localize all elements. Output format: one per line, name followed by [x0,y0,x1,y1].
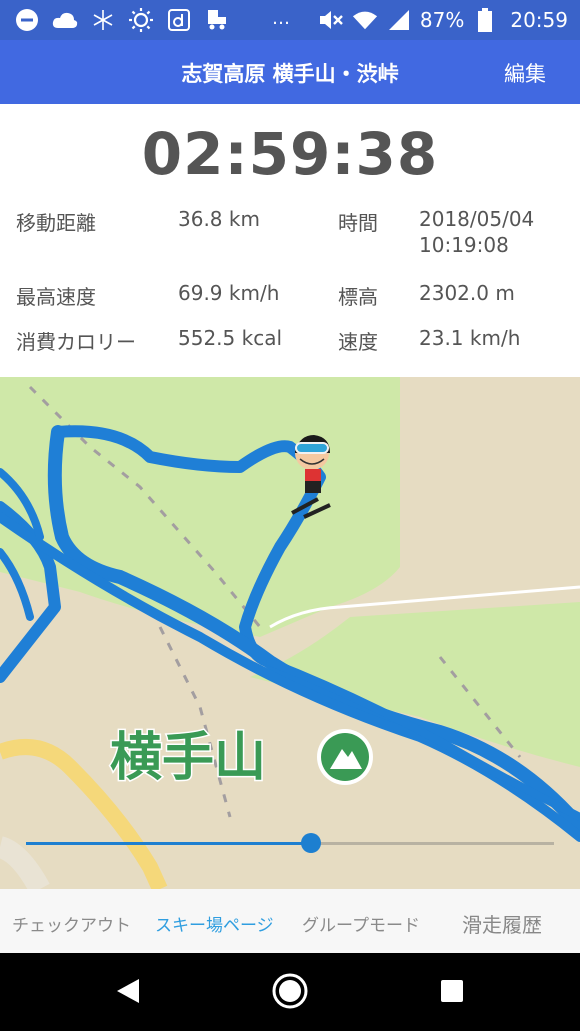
distance-value: 36.8 km [178,207,260,231]
snowflake-icon [90,7,116,33]
max-speed-label: 最高速度 [16,285,96,309]
page-title: 志賀高原 横手山・渋峠 [181,62,399,86]
altitude-value: 2302.0 m [419,281,515,305]
tab-group-mode[interactable]: グループモード [302,911,420,936]
dnd-icon [14,7,40,33]
tab-checkout[interactable]: チェックアウト [12,911,131,936]
tab-ski-resort-page[interactable]: スキー場ページ [155,911,274,936]
tab-ski-history[interactable]: 滑走履歴 [462,909,542,938]
speed-value: 23.1 km/h [419,326,521,350]
overflow-notifications: … [272,8,292,29]
status-bar: … 87% 20:59 [0,0,580,40]
home-icon[interactable] [270,971,310,1011]
speed-label: 速度 [338,330,378,354]
map-canvas: 横手山 [0,377,580,889]
slider-progress [26,842,312,845]
time-value: 10:19:08 [419,233,509,257]
cloud-icon [52,7,78,33]
bottom-tab-bar: チェックアウト スキー場ページ グループモード 滑走履歴 [0,889,580,953]
app-bar: 志賀高原 横手山・渋峠 編集 [0,40,580,104]
distance-label: 移動距離 [16,211,96,235]
back-icon[interactable] [108,971,148,1011]
mute-icon [318,7,344,33]
calories-label: 消費カロリー [16,330,136,354]
date-value: 2018/05/04 [419,207,535,231]
slider-thumb[interactable] [301,833,322,853]
playback-slider[interactable] [26,833,554,853]
system-nav-bar [0,953,580,1031]
elapsed-time: 02:59:38 [141,120,439,188]
sun-icon [128,7,154,33]
calories-value: 552.5 kcal [178,326,283,350]
battery-icon [472,7,498,33]
max-speed-value: 69.9 km/h [178,281,280,305]
truck-icon [204,7,230,33]
recents-icon[interactable] [432,971,472,1011]
altitude-label: 標高 [338,285,378,309]
mountain-icon [317,729,373,785]
battery-percent: 87% [419,8,465,32]
time-label: 時間 [338,211,378,235]
session-summary: 02:59:38 移動距離 36.8 km 時間 2018/05/04 10:1… [0,104,580,377]
place-label: 横手山 [110,728,266,788]
edit-button[interactable]: 編集 [504,58,546,88]
clock: 20:59 [510,8,568,32]
signal-icon [386,7,412,33]
ski-track-map[interactable]: 横手山 [0,377,580,889]
d-app-icon [166,7,192,33]
wifi-icon [352,7,378,33]
